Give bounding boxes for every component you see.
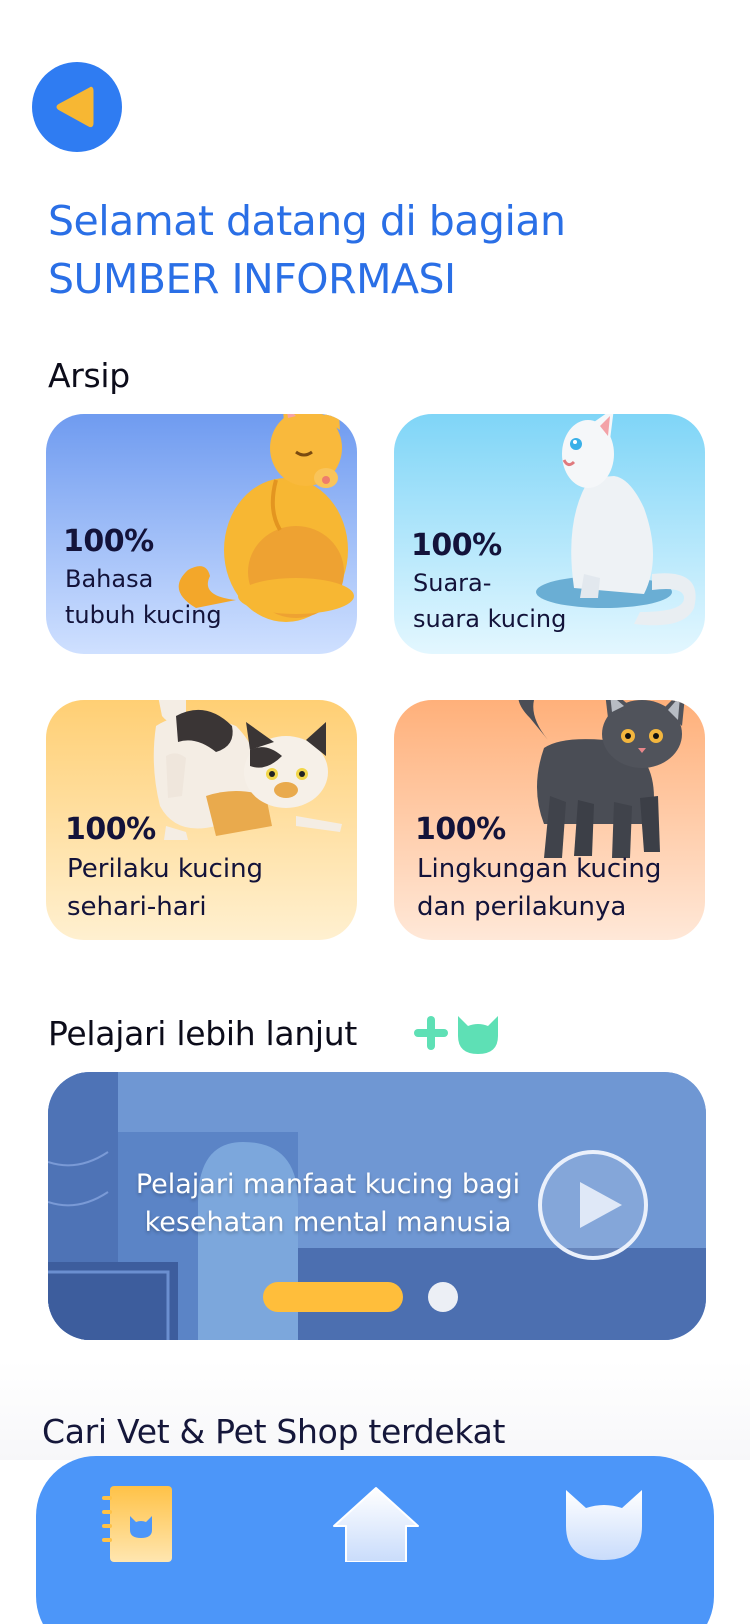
back-button[interactable] — [32, 62, 122, 152]
nav-item-home[interactable] — [332, 1486, 420, 1566]
card-label: Perilaku kucing sehari-hari — [67, 850, 263, 926]
archive-card-body-language[interactable]: 100% Bahasa tubuh kucing — [46, 414, 357, 654]
card-label-line-1: Perilaku kucing — [67, 854, 264, 884]
welcome-line-2: SUMBER INFORMASI — [48, 255, 456, 303]
archive-card-daily-behavior[interactable]: 100% Perilaku kucing sehari-hari — [46, 700, 357, 940]
black-cat-illustration — [518, 700, 685, 858]
nav-item-cat-profile[interactable] — [564, 1486, 644, 1566]
home-icon — [333, 1487, 419, 1563]
slider-indicator-active[interactable] — [263, 1282, 403, 1312]
card-label-line-1: Suara- — [413, 569, 492, 597]
archive-card-environment[interactable]: 100% Lingkungan kucing dan perilakunya — [394, 700, 705, 940]
card-percent: 100% — [415, 812, 506, 847]
back-arrow-icon — [56, 86, 94, 128]
card-percent: 100% — [63, 524, 154, 559]
card-label-line-2: sehari-hari — [67, 892, 207, 922]
page-title: Selamat datang di bagian SUMBER INFORMAS… — [48, 192, 566, 308]
notebook-icon — [102, 1486, 172, 1562]
slider-indicator[interactable] — [428, 1282, 458, 1312]
bottom-navbar — [36, 1456, 714, 1624]
archive-card-cat-sounds[interactable]: 100% Suara- suara kucing — [394, 414, 705, 654]
learn-more-title: Pelajari lebih lanjut — [48, 1014, 358, 1053]
play-icon — [580, 1182, 622, 1228]
archive-title: Arsip — [48, 356, 130, 395]
banner-text: Pelajari manfaat kucing bagi kesehatan m… — [108, 1166, 548, 1242]
banner-text-line-2: kesehatan mental manusia — [144, 1207, 512, 1238]
card-label: Lingkungan kucing dan perilakunya — [417, 850, 661, 926]
card-label: Suara- suara kucing — [413, 565, 566, 637]
cat-face-icon — [566, 1490, 642, 1560]
vet-section-title: Cari Vet & Pet Shop terdekat — [42, 1412, 506, 1451]
card-label-line-1: Lingkungan kucing — [417, 854, 662, 884]
card-label: Bahasa tubuh kucing — [65, 561, 222, 633]
welcome-line-1: Selamat datang di bagian — [48, 197, 566, 245]
plus-cat-icon — [414, 1016, 498, 1054]
play-button[interactable] — [538, 1150, 648, 1260]
card-percent: 100% — [65, 812, 156, 847]
card-percent: 100% — [411, 528, 502, 563]
card-label-line-1: Bahasa — [65, 565, 154, 593]
calico-cat-illustration — [153, 700, 342, 840]
nav-item-archive[interactable] — [102, 1486, 174, 1566]
card-label-line-2: tubuh kucing — [65, 601, 222, 629]
card-label-line-2: dan perilakunya — [417, 892, 627, 922]
card-label-line-2: suara kucing — [413, 605, 567, 633]
banner-text-line-1: Pelajari manfaat kucing bagi — [135, 1169, 521, 1200]
video-banner[interactable]: Pelajari manfaat kucing bagi kesehatan m… — [48, 1072, 706, 1340]
